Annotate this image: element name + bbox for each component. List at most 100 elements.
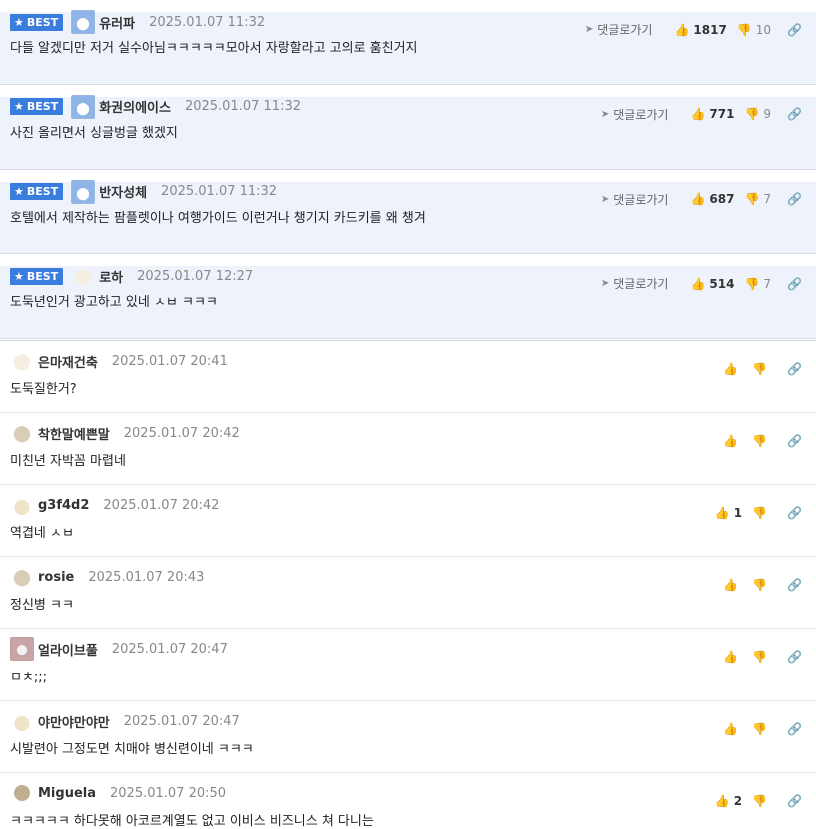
- upvote-count: 1: [733, 506, 743, 520]
- comment-date: 2025.01.07 11:32: [184, 99, 301, 115]
- nickname[interactable]: rosie: [38, 570, 74, 585]
- comment-header: 얼라이브풀 2025.01.07 20:47: [10, 637, 806, 661]
- downvote-button[interactable]: 👎: [752, 362, 771, 376]
- thumbs-down-icon: 👎: [744, 276, 760, 291]
- avatar[interactable]: [10, 637, 34, 661]
- nickname[interactable]: 반자성체: [99, 182, 147, 201]
- upvote-button[interactable]: 👍: [723, 650, 742, 664]
- downvote-button[interactable]: 👎: [752, 506, 771, 520]
- comment-text: 사진 올리면서 싱글벙글 했겠지: [10, 125, 178, 141]
- downvote-button[interactable]: 👎: [752, 722, 771, 736]
- downvote-button[interactable]: 👎 9: [744, 107, 771, 121]
- best-comment: ★ BEST 로하 2025.01.07 12:27 ➤ 댓글로가기 👍 514 👎 7 🔗 도둑년인…: [0, 264, 816, 339]
- go-to-reply-link[interactable]: ➤ 댓글로가기: [601, 191, 669, 208]
- reply-label: 댓글로가기: [597, 23, 653, 37]
- comment-text: 시발련아 그정도면 치매야 병신련이네 ㅋㅋㅋ: [10, 739, 806, 772]
- comment-header: g3f4d2 2025.01.07 20:42: [10, 493, 806, 517]
- downvote-count: 9: [763, 107, 772, 122]
- comment-actions: 👍 👎 🔗: [713, 434, 802, 448]
- nickname[interactable]: 야만야만야만: [38, 712, 110, 731]
- downvote-button[interactable]: 👎: [752, 650, 771, 664]
- nickname[interactable]: 유러파: [99, 13, 135, 32]
- avatar[interactable]: [10, 709, 34, 733]
- link-icon[interactable]: 🔗: [787, 362, 802, 376]
- comment-date: 2025.01.07 11:32: [149, 14, 266, 30]
- link-icon[interactable]: 🔗: [787, 650, 802, 664]
- avatar[interactable]: [10, 565, 34, 589]
- avatar[interactable]: [71, 10, 96, 34]
- upvote-button[interactable]: 👍: [723, 362, 742, 376]
- avatar[interactable]: [71, 94, 96, 119]
- nickname[interactable]: Miguela: [38, 786, 96, 801]
- thumbs-down-icon: 👎: [752, 650, 768, 664]
- avatar[interactable]: [10, 421, 34, 445]
- downvote-button[interactable]: 👎: [752, 434, 771, 448]
- best-label: BEST: [26, 100, 59, 114]
- send-arrow-icon: ➤: [600, 278, 610, 290]
- nickname[interactable]: g3f4d2: [38, 498, 89, 513]
- star-icon: ★: [14, 269, 24, 283]
- upvote-button[interactable]: 👍: [723, 434, 742, 448]
- upvote-count: 687: [709, 192, 735, 206]
- comment-line: 역겹네 ㅅㅂ: [10, 526, 74, 541]
- upvote-button[interactable]: 👍 1: [715, 506, 742, 520]
- link-icon[interactable]: 🔗: [787, 434, 802, 448]
- link-icon[interactable]: 🔗: [787, 277, 802, 291]
- comment-line: ㅁㅊ;;;: [10, 670, 48, 685]
- link-icon[interactable]: 🔗: [787, 794, 802, 808]
- upvote-button[interactable]: 👍: [723, 722, 742, 736]
- nickname[interactable]: 착한말예쁜말: [38, 424, 110, 443]
- downvote-button[interactable]: 👎: [752, 578, 771, 592]
- downvote-button[interactable]: 👎 7: [744, 192, 771, 206]
- go-to-reply-link[interactable]: ➤ 댓글로가기: [601, 275, 669, 292]
- comment-header: rosie 2025.01.07 20:43: [10, 565, 806, 589]
- link-icon[interactable]: 🔗: [787, 722, 802, 736]
- comment-date: 2025.01.07 20:50: [110, 785, 227, 801]
- nickname[interactable]: 얼라이브풀: [38, 640, 98, 659]
- link-icon[interactable]: 🔗: [787, 107, 802, 121]
- downvote-button[interactable]: 👎 7: [744, 277, 771, 291]
- comment-list: ★ BEST 유러파 2025.01.07 11:32 ➤ 댓글로가기 👍 1817 👎 10 🔗 다…: [0, 10, 816, 829]
- comment: 야만야만야만 2025.01.07 20:47 👍 👎 🔗 시발련아 그정도면 치매야 병…: [0, 709, 816, 773]
- avatar[interactable]: [71, 179, 96, 204]
- comment-text: 호텔에서 제작하는 팜플렛이나 여행가이드 이런거나 챙기지 카드키를 왜 챙겨: [10, 210, 426, 226]
- nickname[interactable]: 은마재건축: [38, 352, 98, 371]
- comment-date: 2025.01.07 20:42: [123, 425, 240, 441]
- upvote-button[interactable]: 👍: [723, 578, 742, 592]
- comment-text: ㅁㅊ;;;: [10, 667, 806, 700]
- comment-line: 시발련아 그정도면 치매야 병신련이네 ㅋㅋㅋ: [10, 742, 254, 757]
- upvote-button[interactable]: 👍 2: [715, 794, 742, 808]
- avatar[interactable]: [10, 349, 34, 373]
- thumbs-down-icon: 👎: [752, 362, 768, 376]
- downvote-button[interactable]: 👎: [752, 794, 771, 808]
- upvote-button[interactable]: 👍 771: [690, 107, 734, 121]
- avatar[interactable]: [71, 264, 96, 289]
- reply-label: 댓글로가기: [613, 192, 669, 207]
- link-icon[interactable]: 🔗: [787, 506, 802, 520]
- link-icon[interactable]: 🔗: [787, 578, 802, 592]
- go-to-reply-link[interactable]: ➤ 댓글로가기: [601, 106, 669, 123]
- best-comment: ★ BEST 화권의에이스 2025.01.07 11:32 ➤ 댓글로가기 👍 771 👎 9 🔗…: [0, 94, 816, 170]
- nickname[interactable]: 화권의에이스: [99, 97, 171, 116]
- downvote-button[interactable]: 👎 10: [737, 23, 771, 37]
- comment-date: 2025.01.07 20:42: [103, 497, 220, 513]
- link-icon[interactable]: 🔗: [787, 23, 802, 37]
- reply-label: 댓글로가기: [613, 277, 669, 292]
- comment: g3f4d2 2025.01.07 20:42 👍 1 👎 🔗 역겹네 ㅅㅂ: [0, 493, 816, 557]
- best-badge: ★ BEST: [10, 13, 64, 31]
- reply-label: 댓글로가기: [613, 107, 669, 122]
- avatar[interactable]: [10, 493, 34, 517]
- upvote-button[interactable]: 👍 1817: [674, 23, 726, 37]
- upvote-count: 1817: [693, 22, 727, 37]
- link-icon[interactable]: 🔗: [787, 192, 802, 206]
- thumbs-down-icon: 👎: [752, 794, 768, 808]
- upvote-button[interactable]: 👍 687: [690, 192, 734, 206]
- best-comment: ★ BEST 반자성체 2025.01.07 11:32 ➤ 댓글로가기 👍 687 👎 7 🔗 호텔…: [0, 179, 816, 255]
- comment-header: Miguela 2025.01.07 20:50: [10, 783, 806, 803]
- avatar[interactable]: [14, 785, 30, 801]
- go-to-reply-link[interactable]: ➤ 댓글로가기: [585, 21, 653, 38]
- comment-line: ㅋㅋㅋㅋㅋ 하다못해 아코르계열도 없고 이비스 비즈니스 쳐 다니는: [10, 814, 374, 829]
- nickname[interactable]: 로하: [99, 267, 123, 286]
- upvote-button[interactable]: 👍 514: [690, 277, 734, 291]
- star-icon: ★: [14, 100, 24, 114]
